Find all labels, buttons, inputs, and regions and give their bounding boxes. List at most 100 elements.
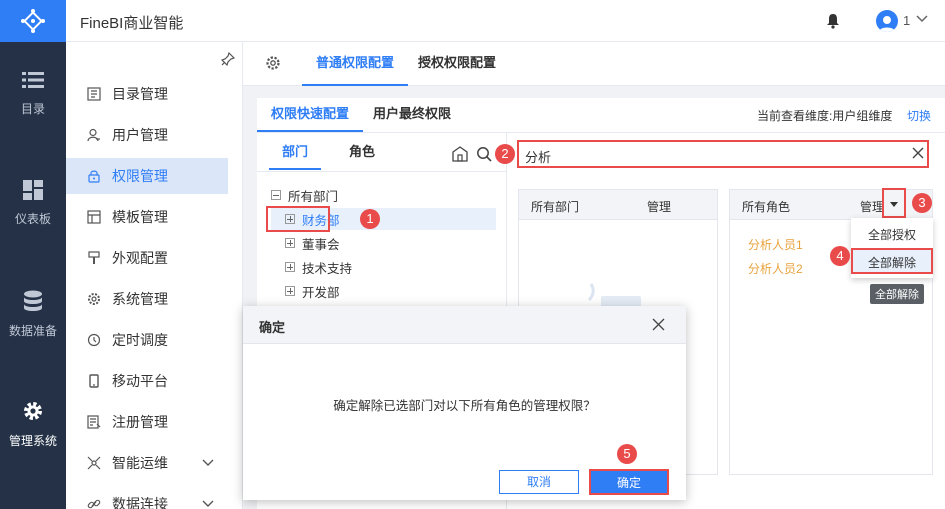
close-icon[interactable] — [911, 146, 925, 160]
avatar[interactable] — [876, 10, 898, 32]
tab-role[interactable]: 角色 — [349, 136, 375, 170]
menu-item-register[interactable]: 注册管理 — [66, 404, 228, 440]
chevron-down-icon[interactable] — [202, 500, 214, 508]
menu-item-appearance[interactable]: 外观配置 — [66, 240, 228, 276]
step-badge-2: 2 — [495, 144, 515, 164]
menu-item-permissions[interactable]: 权限管理 — [66, 158, 228, 194]
menu-label: 外观配置 — [112, 250, 168, 266]
search-icon[interactable] — [476, 146, 492, 162]
dimension-text: 当前查看维度:用户组维度 — [757, 109, 893, 123]
tree-item-dev[interactable]: 开发部 — [285, 280, 340, 302]
menu-item-catalog[interactable]: 目录管理 — [66, 76, 228, 112]
menu-item-data-connection[interactable]: 数据连接 — [66, 486, 228, 509]
tab-department[interactable]: 部门 — [269, 136, 322, 170]
clock-icon — [86, 332, 102, 348]
menu-item-templates[interactable]: 模板管理 — [66, 199, 228, 235]
search-value: 分析 — [525, 150, 552, 165]
menu-item-grant-all[interactable]: 全部授权 — [851, 222, 933, 248]
collapse-icon[interactable] — [271, 190, 281, 200]
dialog-header: 确定 — [243, 306, 686, 344]
divider — [257, 171, 506, 172]
menu-item-ops[interactable]: 智能运维 — [66, 445, 228, 481]
switch-link[interactable]: 切换 — [907, 107, 931, 124]
tab-quick-config[interactable]: 权限快速配置 — [257, 98, 364, 132]
search-input[interactable]: 分析 — [517, 140, 929, 168]
confirm-dialog: 确定 确定解除已选部门对以下所有角色的管理权限？ 取消 确定 — [243, 306, 686, 500]
menu-label: 智能运维 — [112, 455, 168, 471]
admin-submenu: 目录管理 用户管理 权限管理 模板管理 外观配置 系统管理 定时调度 移动平台 … — [66, 42, 243, 509]
logo[interactable] — [0, 0, 66, 42]
permission-tabs: 普通权限配置 授权权限配置 — [243, 42, 945, 86]
menu-item-users[interactable]: 用户管理 — [66, 117, 228, 153]
gear-icon — [86, 291, 102, 307]
menu-label: 系统管理 — [112, 291, 168, 307]
menu-label: 注册管理 — [112, 414, 168, 430]
close-icon[interactable] — [652, 318, 665, 331]
highlight-finance — [266, 206, 330, 232]
tree-item-board[interactable]: 董事会 — [285, 232, 340, 254]
tree-item-root[interactable]: 所有部门 — [271, 184, 338, 206]
step-badge-3: 3 — [912, 193, 932, 213]
tree-label: 开发部 — [302, 285, 340, 300]
expand-icon[interactable] — [285, 262, 295, 272]
card-col-manage: 管理 — [647, 200, 672, 214]
manage-dropdown-trigger[interactable] — [882, 188, 906, 218]
tab-final-permission[interactable]: 用户最终权限 — [373, 98, 451, 132]
step-badge-1: 1 — [360, 209, 380, 229]
nav-item-data-prep[interactable]: 数据准备 — [0, 290, 66, 400]
user-count[interactable]: 1 — [903, 13, 910, 28]
lock-icon — [86, 168, 102, 184]
database-icon — [24, 290, 42, 311]
nav-item-dashboard[interactable]: 仪表板 — [0, 180, 66, 290]
top-bar: FineBI商业智能 1 — [0, 0, 945, 42]
menu-item-system[interactable]: 系统管理 — [66, 281, 228, 317]
step-badge-4: 4 — [830, 246, 850, 266]
logo-icon — [21, 9, 45, 33]
tab-grant-permission[interactable]: 授权权限配置 — [418, 42, 496, 86]
pin-icon[interactable] — [221, 52, 235, 66]
divider — [257, 132, 945, 133]
card-col-role: 所有角色 — [742, 200, 791, 214]
nav-item-admin[interactable]: 管理系统 — [0, 400, 66, 509]
nav-item-catalog[interactable]: 目录 — [0, 70, 66, 180]
tree-label: 技术支持 — [302, 261, 353, 276]
template-icon — [86, 209, 102, 225]
dashboard-icon — [23, 180, 43, 200]
catalog-icon — [86, 86, 102, 102]
tab-normal-permission[interactable]: 普通权限配置 — [302, 42, 409, 86]
step-badge-5: 5 — [617, 444, 637, 464]
caret-down-icon — [890, 202, 898, 207]
dialog-title: 确定 — [259, 320, 286, 335]
expand-icon[interactable] — [285, 238, 295, 248]
bell-icon[interactable] — [826, 13, 840, 29]
tree-label: 董事会 — [302, 237, 340, 252]
register-icon — [86, 414, 102, 430]
menu-label: 目录管理 — [112, 86, 168, 102]
settings-icon[interactable] — [265, 55, 281, 71]
confirm-button[interactable]: 确定 — [589, 469, 669, 495]
menu-item-mobile[interactable]: 移动平台 — [66, 363, 228, 399]
user-avatar-icon — [879, 16, 895, 32]
gear-icon — [24, 402, 42, 420]
chevron-down-icon[interactable] — [916, 15, 928, 23]
expand-icon[interactable] — [285, 286, 295, 296]
app-title: FineBI商业智能 — [80, 15, 184, 32]
manage-dropdown-menu: 全部授权 全部解除 — [851, 218, 933, 278]
menu-label: 用户管理 — [112, 127, 168, 143]
chevron-down-icon[interactable] — [202, 459, 214, 467]
brush-icon — [86, 250, 102, 266]
tooltip: 全部解除 — [870, 284, 924, 304]
tree-label: 所有部门 — [288, 189, 339, 204]
cancel-button[interactable]: 取消 — [499, 470, 579, 494]
menu-label: 移动平台 — [112, 373, 168, 389]
building-icon[interactable] — [452, 146, 468, 162]
menu-item-revoke-all[interactable]: 全部解除 — [851, 248, 933, 274]
nav-label: 管理系统 — [8, 434, 57, 448]
ops-icon — [86, 455, 102, 471]
role-item[interactable]: 分析人员2 — [748, 260, 803, 277]
role-item[interactable]: 分析人员1 — [748, 236, 803, 253]
tree-item-support[interactable]: 技术支持 — [285, 256, 352, 278]
menu-item-schedule[interactable]: 定时调度 — [66, 322, 228, 358]
list-icon — [22, 72, 44, 88]
nav-label: 目录 — [20, 102, 45, 116]
